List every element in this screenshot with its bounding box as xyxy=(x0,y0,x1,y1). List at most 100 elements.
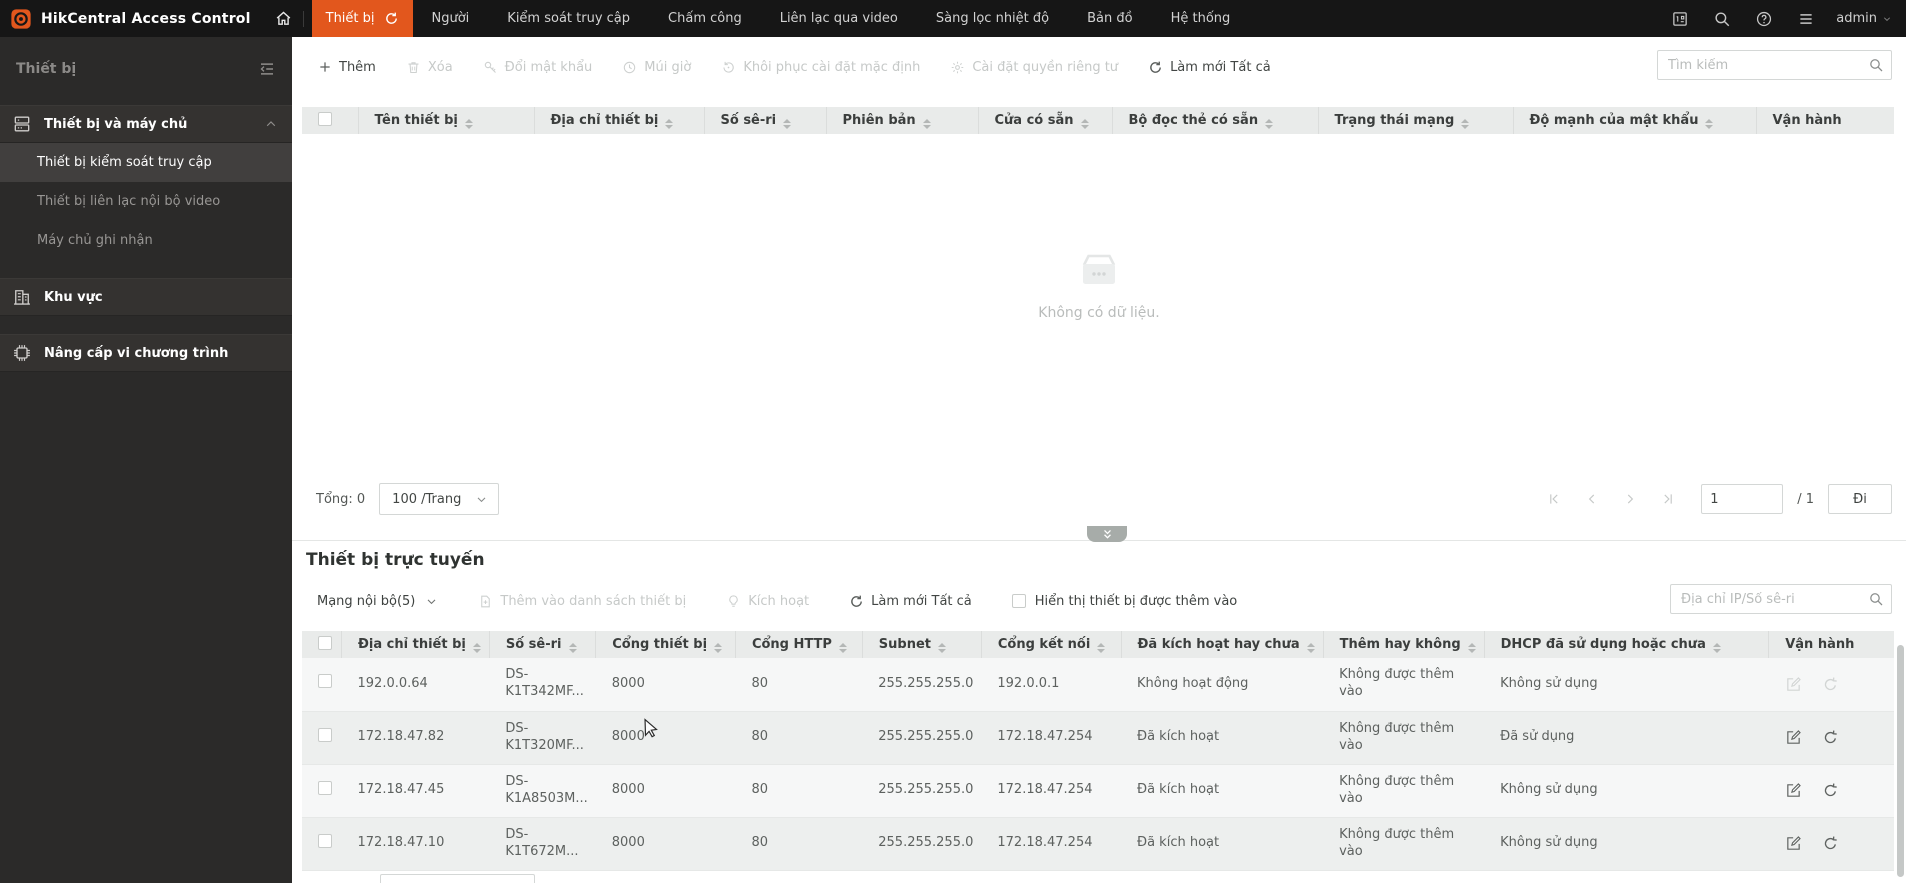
add-to-device-list-button[interactable]: Thêm vào danh sách thiết bị xyxy=(478,594,686,609)
col-cong-http[interactable]: Cổng HTTP xyxy=(734,631,863,658)
col-dhcp[interactable]: DHCP đã sử dụng hoặc chưa xyxy=(1483,631,1769,658)
first-page-button[interactable] xyxy=(1547,492,1561,506)
activate-button[interactable]: Kích hoạt xyxy=(726,594,809,609)
online-search-input[interactable] xyxy=(1670,584,1892,614)
edit-button[interactable] xyxy=(1785,729,1802,746)
online-refresh-all-button[interactable]: Làm mới Tất cả xyxy=(849,594,972,609)
col-so-se-ri[interactable]: Số sê-ri xyxy=(488,631,596,658)
tab-sang-loc-nhiet-do[interactable]: Sàng lọc nhiệt độ xyxy=(917,0,1068,37)
sort-icon[interactable] xyxy=(1712,642,1721,653)
sidebar-item-thiet-bi-va-may-chu[interactable]: Thiết bị và máy chủ xyxy=(0,105,292,143)
restore-button[interactable] xyxy=(1822,835,1839,852)
restore-defaults-button[interactable]: Khôi phục cài đặt mặc định xyxy=(721,60,920,75)
col-so-se-ri[interactable]: Số sê-ri xyxy=(703,107,826,134)
row-checkbox[interactable] xyxy=(318,833,332,848)
add-device-button[interactable]: Thêm xyxy=(318,60,376,75)
search-icon[interactable] xyxy=(1868,57,1884,73)
sidebar-item-khu-vuc[interactable]: Khu vực xyxy=(0,278,292,316)
help-button[interactable] xyxy=(1748,3,1780,35)
col-cua-co-san[interactable]: Cửa có sẵn xyxy=(977,107,1112,134)
sort-icon[interactable] xyxy=(1705,118,1714,129)
sidebar-collapse-button[interactable] xyxy=(258,60,276,78)
tab-nguoi[interactable]: Người xyxy=(413,0,489,37)
sort-icon[interactable] xyxy=(1097,642,1106,653)
col-cong-thiet-bi[interactable]: Cổng thiết bị xyxy=(595,631,736,658)
sort-icon[interactable] xyxy=(472,642,481,653)
table-row[interactable]: 172.18.47.82 DS-K1T320MF... 8000 80 255.… xyxy=(302,711,1894,765)
col-phien-ban[interactable]: Phiên bản xyxy=(825,107,978,134)
sort-icon[interactable] xyxy=(937,642,946,653)
prev-page-button[interactable] xyxy=(1585,492,1599,506)
page-number-input[interactable] xyxy=(1701,484,1784,514)
show-added-checkbox[interactable] xyxy=(1011,594,1026,608)
edit-button[interactable] xyxy=(1785,835,1802,852)
show-added-devices-toggle[interactable]: Hiển thị thiết bị được thêm vào xyxy=(1011,594,1237,609)
refresh-all-button[interactable]: Làm mới Tất cả xyxy=(1148,60,1271,75)
sort-icon[interactable] xyxy=(838,642,847,653)
col-do-manh-mat-khau[interactable]: Độ mạnh của mật khẩu xyxy=(1512,107,1756,134)
sort-icon[interactable] xyxy=(922,118,931,129)
tab-lien-lac-qua-video[interactable]: Liên lạc qua video xyxy=(761,0,917,37)
sort-icon[interactable] xyxy=(1461,118,1470,129)
section-collapse-handle[interactable] xyxy=(1087,526,1127,542)
edit-button[interactable] xyxy=(1785,676,1802,693)
sidebar-item-may-chu-ghi-nhan[interactable]: Máy chủ ghi nhận xyxy=(0,221,292,260)
network-filter-dropdown[interactable]: Mạng nội bộ(5) xyxy=(317,594,438,609)
tab-he-thong[interactable]: Hệ thống xyxy=(1152,0,1250,37)
restore-button[interactable] xyxy=(1822,676,1839,693)
device-search-input[interactable] xyxy=(1657,50,1892,80)
search-icon[interactable] xyxy=(1868,591,1884,607)
col-dia-chi-thiet-bi[interactable]: Địa chỉ thiết bị xyxy=(341,631,490,658)
sort-icon[interactable] xyxy=(1306,642,1315,653)
home-button[interactable] xyxy=(265,0,303,37)
tab-cham-cong[interactable]: Chấm công xyxy=(649,0,761,37)
col-cong-ket-noi[interactable]: Cổng kết nối xyxy=(980,631,1121,658)
col-da-kich-hoat[interactable]: Đã kích hoạt hay chưa xyxy=(1120,631,1324,658)
sort-icon[interactable] xyxy=(568,642,577,653)
tab-thiet-bi[interactable]: Thiết bị xyxy=(311,0,413,37)
select-all-checkbox[interactable] xyxy=(318,111,332,126)
menu-button[interactable] xyxy=(1790,3,1822,35)
col-bo-doc-the[interactable]: Bộ đọc thẻ có sẵn xyxy=(1111,107,1318,134)
restore-button[interactable] xyxy=(1822,782,1839,799)
vertical-scrollbar[interactable] xyxy=(1897,645,1904,877)
page-size-select[interactable]: 100 /Trang xyxy=(379,483,500,515)
sidebar-item-nang-cap-vi-chuong-trinh[interactable]: Nâng cấp vi chương trình xyxy=(0,334,292,372)
table-row[interactable]: 172.18.47.10 DS-K1T672M... 8000 80 255.2… xyxy=(302,817,1894,871)
sidebar-item-thiet-bi-kiem-soat-truy-cap[interactable]: Thiết bị kiểm soát truy cập xyxy=(0,143,292,182)
col-trang-thai-mang[interactable]: Trạng thái mạng xyxy=(1317,107,1513,134)
row-checkbox[interactable] xyxy=(318,727,332,742)
sort-icon[interactable] xyxy=(714,642,723,653)
col-ten-thiet-bi[interactable]: Tên thiết bị xyxy=(357,107,534,134)
sort-icon[interactable] xyxy=(464,118,473,129)
table-row[interactable]: 172.18.47.45 DS-K1A8503M... 8000 80 255.… xyxy=(302,764,1894,818)
sort-icon[interactable] xyxy=(783,118,792,129)
online-pagination-pagesize-partial[interactable] xyxy=(380,874,535,883)
change-password-button[interactable]: Đổi mật khẩu xyxy=(483,60,592,75)
row-checkbox[interactable] xyxy=(318,674,332,689)
delete-device-button[interactable]: Xóa xyxy=(406,60,453,75)
sidebar-item-thiet-bi-lien-lac-noi-bo-video[interactable]: Thiết bị liên lạc nội bộ video xyxy=(0,182,292,221)
row-checkbox[interactable] xyxy=(318,780,332,795)
user-menu[interactable]: admin xyxy=(1832,11,1892,26)
col-dia-chi-thiet-bi[interactable]: Địa chỉ thiết bị xyxy=(533,107,704,134)
sort-icon[interactable] xyxy=(1467,642,1476,653)
table-row[interactable]: 192.0.0.64 DS-K1T342MF... 8000 80 255.25… xyxy=(302,658,1894,712)
next-page-button[interactable] xyxy=(1623,492,1637,506)
tab-ban-do[interactable]: Bản đồ xyxy=(1068,0,1151,37)
edit-button[interactable] xyxy=(1785,782,1802,799)
wizard-button[interactable] xyxy=(1664,3,1696,35)
sort-icon[interactable] xyxy=(1265,118,1274,129)
privacy-settings-button[interactable]: Cài đặt quyền riêng tư xyxy=(950,60,1118,75)
col-them-hay-khong[interactable]: Thêm hay không xyxy=(1322,631,1485,658)
timezone-button[interactable]: Múi giờ xyxy=(622,60,691,75)
last-page-button[interactable] xyxy=(1661,492,1675,506)
select-all-checkbox[interactable] xyxy=(318,635,332,650)
sort-icon[interactable] xyxy=(665,118,674,129)
tab-kiem-soat-truy-cap[interactable]: Kiểm soát truy cập xyxy=(488,0,649,37)
global-search-button[interactable] xyxy=(1706,3,1738,35)
sort-icon[interactable] xyxy=(1080,118,1089,129)
go-button[interactable]: Đi xyxy=(1828,484,1892,514)
refresh-icon[interactable] xyxy=(384,11,399,26)
col-subnet[interactable]: Subnet xyxy=(861,631,982,658)
